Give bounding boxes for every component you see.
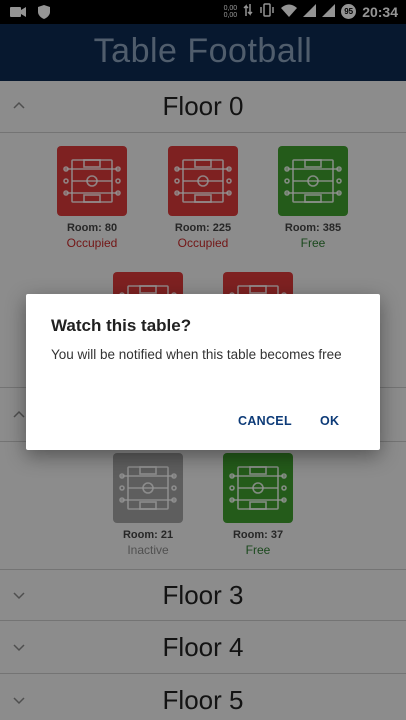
dialog-title: Watch this table? [51,316,192,335]
dialog-message: You will be notified when this table bec… [51,347,342,362]
watch-table-dialog: Watch this table? You will be notified w… [26,294,380,450]
ok-button[interactable]: OK [320,414,339,428]
cancel-button[interactable]: CANCEL [238,414,292,428]
